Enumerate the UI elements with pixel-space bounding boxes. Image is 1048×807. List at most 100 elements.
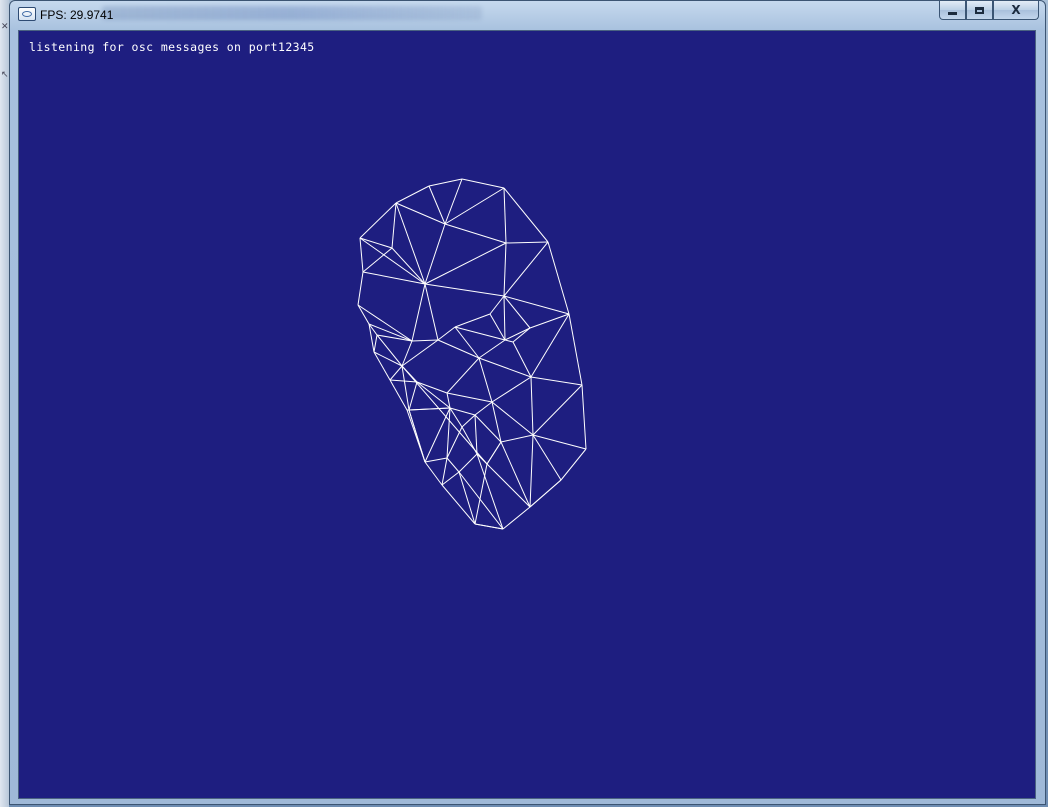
mesh-edge (476, 453, 504, 530)
mesh-edge (446, 357, 480, 394)
close-icon: X (1011, 3, 1021, 17)
mesh-edge (530, 376, 534, 436)
app-window-icon[interactable] (18, 7, 36, 21)
mesh-edge (502, 506, 531, 530)
mesh-edge (503, 241, 549, 297)
mesh-edge (446, 426, 463, 459)
mesh-edge (474, 414, 502, 443)
mesh-edge (529, 434, 534, 508)
mesh-edge (474, 414, 478, 455)
mesh-edge (529, 313, 570, 329)
mesh-edge (446, 392, 493, 403)
mesh-edge (474, 523, 504, 530)
mesh-edge (581, 384, 587, 450)
mesh-edge (416, 381, 448, 394)
mesh-edge (474, 463, 488, 525)
mesh-edge (359, 237, 364, 273)
close-button[interactable]: X (993, 1, 1039, 20)
mesh-edge (530, 313, 570, 378)
mesh-edge (478, 339, 506, 359)
mesh-edge (454, 326, 506, 341)
maximize-button[interactable] (966, 1, 993, 20)
mesh-edge (389, 365, 403, 381)
mesh-edge (478, 357, 493, 403)
mesh-edge (461, 178, 505, 189)
title-bar[interactable]: FPS: 29.9741 X (10, 1, 1045, 29)
mesh-edge (461, 414, 476, 428)
mesh-edge (504, 339, 514, 343)
caption-buttons: X (939, 1, 1039, 21)
minimize-icon (948, 11, 957, 15)
background-window-edge: ✕ ↖ (0, 0, 9, 807)
mesh-edge (454, 313, 491, 328)
background-title-ghost (102, 6, 482, 20)
mesh-edge (437, 326, 456, 341)
pointer-icon: ↖ (1, 70, 9, 80)
mesh-edge (424, 283, 505, 297)
mesh-edge (500, 434, 534, 443)
mesh-edge (444, 223, 507, 244)
window-title: FPS: 29.9741 (40, 8, 114, 22)
mesh-edge (529, 479, 562, 508)
mesh-edge (357, 271, 364, 306)
mesh-edge (458, 471, 476, 525)
mesh-edge (489, 313, 506, 341)
mesh-edge (547, 241, 570, 315)
mesh-edge (411, 283, 426, 342)
mesh-edge (441, 484, 476, 525)
mesh-edge (568, 313, 583, 386)
mesh-edge (532, 384, 583, 436)
mesh-edge (391, 202, 397, 249)
face-wireframe-mesh (357, 178, 587, 530)
mesh-edge (416, 381, 451, 409)
mesh-edge (408, 381, 418, 411)
mesh-edge (395, 185, 430, 204)
mesh-edge (441, 457, 448, 486)
mesh-edge (389, 379, 418, 383)
mesh-edge (486, 441, 502, 465)
mesh-edge (373, 334, 378, 353)
mesh-edge (411, 339, 439, 342)
mesh-edge (424, 461, 443, 486)
mesh-edge (503, 295, 506, 341)
mesh-edge (359, 237, 393, 249)
mesh-edge (444, 178, 463, 225)
mesh-edge (357, 304, 370, 325)
mesh-edge (408, 407, 451, 411)
mesh-edge (458, 453, 478, 473)
mesh-edge (424, 407, 451, 463)
mesh-edge (454, 326, 480, 359)
mesh-edge (446, 457, 460, 473)
mesh-edge (458, 471, 504, 530)
mesh-edge (503, 295, 531, 329)
minimize-button[interactable] (939, 1, 966, 20)
mesh-edge (359, 202, 397, 239)
mesh-edge (424, 242, 507, 285)
mesh-edge (362, 247, 393, 273)
mesh-edge (446, 407, 451, 459)
mesh-edge (376, 334, 403, 367)
mesh-edge (560, 448, 587, 481)
mesh-edge (428, 178, 463, 187)
mesh-edge (444, 187, 505, 225)
mesh-edge (357, 304, 413, 342)
mesh-edge (489, 295, 505, 315)
mesh-edge (424, 283, 439, 341)
mesh-edge (395, 202, 426, 285)
mesh-edge (530, 376, 583, 386)
mesh-edge (408, 409, 426, 463)
mesh-edge (474, 401, 493, 416)
mesh-edge (424, 457, 448, 463)
mesh-edge (437, 339, 480, 359)
mesh-edge (505, 241, 549, 244)
mesh-edge (491, 376, 532, 403)
render-canvas[interactable]: listening for osc messages on port12345 (18, 30, 1036, 799)
mesh-edge (503, 187, 507, 244)
mesh-edge (500, 441, 531, 508)
maximize-icon (975, 6, 984, 14)
app-window: FPS: 29.9741 X listening for osc message… (9, 0, 1046, 805)
mesh-edge (503, 187, 549, 243)
mesh-edge (503, 295, 570, 315)
close-icon: ✕ (1, 22, 9, 32)
mesh-edge (503, 242, 507, 297)
